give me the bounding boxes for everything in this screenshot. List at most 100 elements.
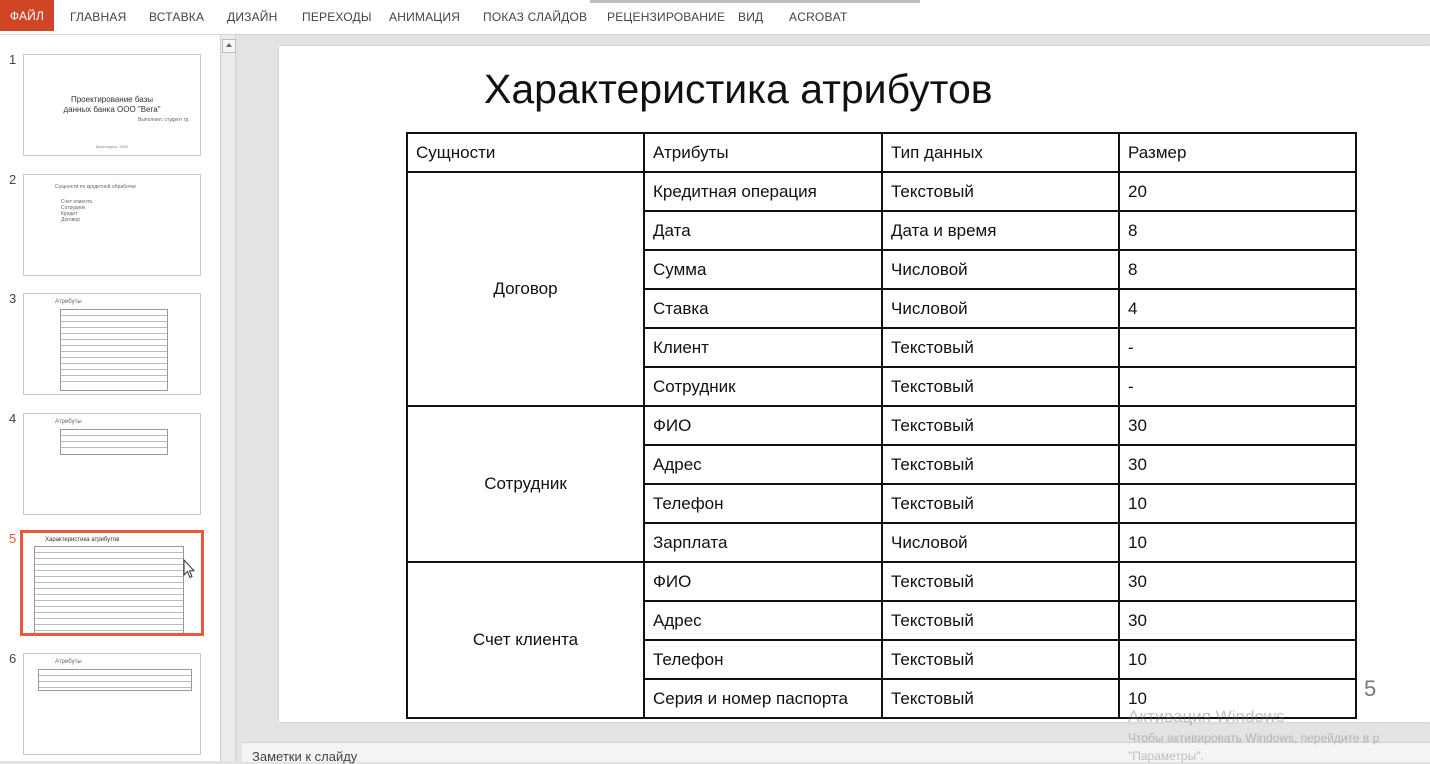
attribute-cell: Телефон [643,483,883,524]
type-cell: Текстовый [881,171,1120,212]
tab-view[interactable]: ВИД [738,0,763,34]
tab-slideshow[interactable]: ПОКАЗ СЛАЙДОВ [483,0,587,34]
header-cell: Тип данных [881,132,1120,173]
size-cell: 30 [1118,561,1357,602]
thumb-table [34,546,184,633]
size-cell: - [1118,366,1357,407]
type-cell: Текстовый [881,678,1120,719]
attribute-cell: Адрес [643,600,883,641]
thumb-title: Характеристика атрибутов [45,537,120,543]
table-row: Счет клиента ФИО Текстовый 30 [406,561,1357,719]
type-cell: Текстовый [881,444,1120,485]
thumb-table [60,429,168,455]
notes-placeholder[interactable]: Заметки к слайду [252,749,357,764]
type-cell: Дата и время [881,210,1120,251]
attribute-cell: Сотрудник [643,366,883,407]
tab-transitions[interactable]: ПЕРЕХОДЫ [302,0,372,34]
tab-file[interactable]: ФАЙЛ [0,0,54,31]
size-cell: 30 [1118,600,1357,641]
attribute-cell: Телефон [643,639,883,680]
attribute-cell: Адрес [643,444,883,485]
slide-thumbnail-4[interactable]: Атрибуты [23,413,201,515]
slide-thumbnail-1[interactable]: Проектирование базы данных банка ООО "Ве… [23,54,201,156]
attribute-cell: ФИО [643,405,883,446]
size-cell: 30 [1118,444,1357,485]
entity-cell: Сотрудник [406,405,645,563]
thumb-title: Атрибуты [55,299,82,305]
attribute-cell: Клиент [643,327,883,368]
slide-thumbnail-5[interactable]: Характеристика атрибутов [20,530,204,636]
size-cell: 10 [1118,639,1357,680]
thumb-number: 1 [9,52,17,67]
thumb-number: 2 [9,172,17,187]
size-cell: - [1118,327,1357,368]
thumb-number: 5 [9,531,17,546]
thumb-title: Атрибуты [55,659,82,665]
attribute-cell: Серия и номер паспорта [643,678,883,719]
entity-cell: Счет клиента [406,561,645,719]
thumb-number: 3 [9,291,17,306]
tab-home[interactable]: ГЛАВНАЯ [70,0,126,34]
thumb-title: Проектирование базы данных банка ООО "Ве… [63,95,161,114]
header-cell: Сущности [406,132,645,173]
type-cell: Числовой [881,288,1120,329]
slide-thumbnail-2[interactable]: Сущности по кредитной обработке Счет кли… [23,174,201,276]
thumbnail-scrollbar[interactable] [220,35,236,761]
notes-pane[interactable]: Заметки к слайду [242,742,1430,764]
activation-watermark-title: Активация Windows [1128,707,1285,726]
thumb-table [38,669,192,691]
type-cell: Текстовый [881,483,1120,524]
attribute-cell: Кредитная операция [643,171,883,212]
thumb-author: Выполнил: студент гр. [138,117,190,123]
type-cell: Числовой [881,249,1120,290]
scroll-up-arrow-icon[interactable] [222,39,236,53]
header-cell: Атрибуты [643,132,883,173]
attribute-cell: ФИО [643,561,883,602]
ribbon-tabs: ФАЙЛ ГЛАВНАЯ ВСТАВКА ДИЗАЙН ПЕРЕХОДЫ АНИ… [0,0,1430,35]
slide-number: 5 [1364,676,1377,701]
size-cell: 4 [1118,288,1357,329]
thumb-number: 4 [9,411,17,426]
slide-thumbnail-pane: 1 Проектирование базы данных банка ООО "… [0,35,220,761]
tab-animations[interactable]: АНИМАЦИЯ [389,0,460,34]
attributes-table[interactable]: Сущности Атрибуты Тип данных Размер Дого… [406,132,1357,719]
size-cell: 10 [1118,483,1357,524]
thumb-title: Атрибуты [55,419,82,425]
thumb-title: Сущности по кредитной обработке [55,184,137,190]
thumb-footer: Красноярск, 2020 [95,144,129,149]
type-cell: Текстовый [881,405,1120,446]
tab-design[interactable]: ДИЗАЙН [227,0,278,34]
thumb-bullet: Договор [61,217,80,223]
type-cell: Текстовый [881,366,1120,407]
type-cell: Текстовый [881,600,1120,641]
attribute-cell: Сумма [643,249,883,290]
tab-review[interactable]: РЕЦЕНЗИРОВАНИЕ [607,0,725,34]
header-cell: Размер [1118,132,1357,173]
table-row: Сотрудник ФИО Текстовый 30 [406,405,1357,563]
thumb-number: 6 [9,651,17,666]
type-cell: Текстовый [881,327,1120,368]
size-cell: 8 [1118,210,1357,251]
slide-thumbnail-3[interactable]: Атрибуты [23,293,201,395]
type-cell: Текстовый [881,561,1120,602]
size-cell: 8 [1118,249,1357,290]
tab-insert[interactable]: ВСТАВКА [149,0,204,34]
attribute-cell: Зарплата [643,522,883,563]
activation-watermark-text: Чтобы активировать Windows, перейдите в … [1128,731,1380,745]
thumb-table [60,309,168,391]
table-header-row: Сущности Атрибуты Тип данных Размер [406,132,1357,173]
slide-canvas[interactable]: Характеристика атрибутов Сущности Атрибу… [279,46,1430,722]
type-cell: Текстовый [881,639,1120,680]
slide-title[interactable]: Характеристика атрибутов [484,66,993,113]
attribute-cell: Ставка [643,288,883,329]
type-cell: Числовой [881,522,1120,563]
tab-acrobat[interactable]: ACROBAT [789,0,848,34]
entity-cell: Договор [406,171,645,407]
mouse-cursor-icon [183,559,195,579]
size-cell: 30 [1118,405,1357,446]
size-cell: 10 [1118,522,1357,563]
table-row: Договор Кредитная операция Текстовый 20 [406,171,1357,407]
attribute-cell: Дата [643,210,883,251]
size-cell: 20 [1118,171,1357,212]
slide-thumbnail-6[interactable]: Атрибуты [23,653,201,755]
